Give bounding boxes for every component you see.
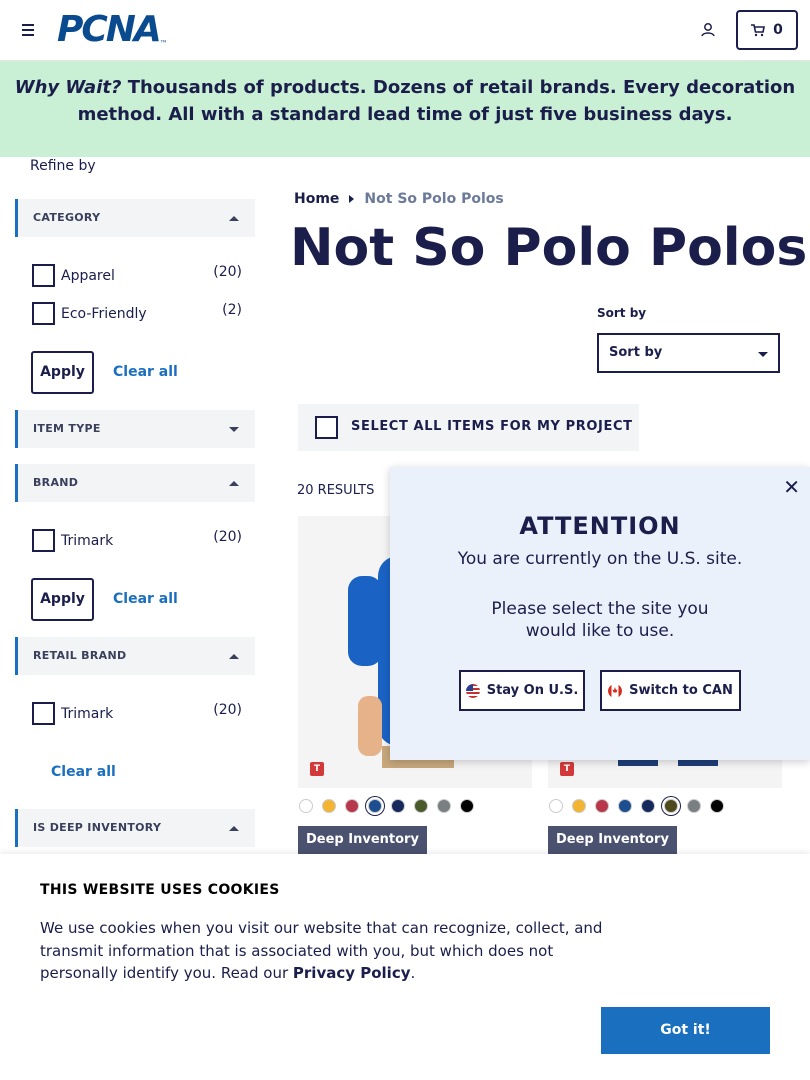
modal-text: Please select the site you	[491, 599, 709, 619]
caret-down-icon	[229, 427, 239, 432]
caret-up-icon	[229, 826, 239, 831]
brand-clear-link[interactable]: Clear all	[113, 591, 178, 607]
promo-banner: Why Wait? Thousands of products. Dozens …	[0, 61, 810, 157]
checkbox[interactable]	[32, 302, 55, 325]
checkbox[interactable]	[32, 529, 55, 552]
facet-deep-inventory[interactable]: IS DEEP INVENTORY	[15, 809, 255, 847]
got-it-button[interactable]: Got it!	[601, 1007, 770, 1054]
banner-text: Thousands of products. Dozens of retail …	[77, 77, 796, 125]
deep-inventory-badge: Deep Inventory	[548, 826, 677, 854]
facet-item-type[interactable]: ITEM TYPE	[15, 410, 255, 448]
banner-lead: Why Wait?	[14, 77, 122, 98]
color-swatch[interactable]	[641, 799, 655, 813]
sort-select[interactable]: Sort by	[597, 333, 780, 373]
color-swatch[interactable]	[414, 799, 428, 813]
caret-up-icon	[229, 216, 239, 221]
cookie-title: THIS WEBSITE USES COOKIES	[40, 882, 280, 898]
filter-option-eco-friendly[interactable]: Eco-Friendly (2)	[32, 302, 242, 326]
cookie-banner: THIS WEBSITE USES COOKIES We use cookies…	[0, 854, 810, 1080]
site-header: PCNA™ 0	[0, 0, 810, 61]
switch-can-button[interactable]: Switch to CAN	[600, 670, 741, 711]
cart-count: 0	[773, 22, 783, 38]
checkbox[interactable]	[32, 264, 55, 287]
privacy-policy-link[interactable]: Privacy Policy	[293, 964, 411, 982]
brand-apply-button[interactable]: Apply	[31, 578, 94, 621]
color-swatch[interactable]	[595, 799, 609, 813]
menu-icon[interactable]	[22, 24, 34, 36]
facet-retail-brand[interactable]: RETAIL BRAND	[15, 637, 255, 675]
color-swatch[interactable]	[299, 799, 313, 813]
color-swatches	[299, 799, 474, 813]
close-icon[interactable]: ✕	[783, 475, 800, 499]
color-swatch[interactable]	[710, 799, 724, 813]
filter-option-apparel[interactable]: Apparel (20)	[32, 264, 242, 288]
modal-title: ATTENTION	[519, 512, 681, 540]
color-swatch[interactable]	[572, 799, 586, 813]
cart-button[interactable]: 0	[736, 10, 798, 50]
color-swatch[interactable]	[391, 799, 405, 813]
color-swatch[interactable]	[322, 799, 336, 813]
pcna-logo[interactable]: PCNA™	[57, 12, 168, 49]
cookie-text: We use cookies when you visit our websit…	[40, 919, 603, 982]
site-selector-modal: ✕ ATTENTION You are currently on the U.S…	[390, 467, 810, 760]
canada-flag-icon	[608, 683, 623, 698]
facet-category[interactable]: CATEGORY	[15, 199, 255, 237]
deep-inventory-badge: Deep Inventory	[298, 826, 427, 854]
modal-text: would like to use.	[525, 621, 675, 641]
color-swatch[interactable]	[687, 799, 701, 813]
brand-logo: T	[310, 762, 324, 776]
category-clear-link[interactable]: Clear all	[113, 364, 178, 380]
cart-icon	[751, 23, 766, 36]
category-apply-button[interactable]: Apply	[31, 351, 94, 394]
us-flag-icon	[465, 683, 480, 698]
color-swatch[interactable]	[368, 799, 382, 813]
color-swatch[interactable]	[549, 799, 563, 813]
color-swatch[interactable]	[664, 799, 678, 813]
account-icon[interactable]	[700, 22, 716, 38]
breadcrumb-home[interactable]: Home	[294, 191, 339, 207]
stay-us-button[interactable]: Stay On U.S.	[459, 670, 585, 711]
select-all-checkbox[interactable]	[315, 416, 338, 439]
color-swatch[interactable]	[460, 799, 474, 813]
refine-label: Refine by	[30, 158, 96, 174]
checkbox[interactable]	[32, 702, 55, 725]
chevron-down-icon	[758, 352, 768, 357]
page-title: Not So Polo Polos	[290, 218, 808, 278]
sort-label: Sort by	[597, 306, 647, 320]
color-swatch[interactable]	[437, 799, 451, 813]
filter-option-retail-trimark[interactable]: Trimark (20)	[32, 702, 242, 726]
select-all-items[interactable]: SELECT ALL ITEMS FOR MY PROJECT	[298, 404, 639, 451]
brand-logo: T	[560, 762, 574, 776]
results-count: 20 RESULTS	[297, 483, 375, 498]
color-swatch[interactable]	[618, 799, 632, 813]
chevron-right-icon	[349, 195, 355, 203]
retail-brand-clear-link[interactable]: Clear all	[51, 764, 116, 780]
color-swatch[interactable]	[345, 799, 359, 813]
modal-text: You are currently on the U.S. site.	[457, 549, 743, 569]
color-swatches	[549, 799, 724, 813]
caret-up-icon	[229, 654, 239, 659]
breadcrumb-current: Not So Polo Polos	[364, 191, 504, 207]
filter-option-brand-trimark[interactable]: Trimark (20)	[32, 529, 242, 553]
breadcrumb: Home Not So Polo Polos	[294, 191, 504, 207]
facet-brand[interactable]: BRAND	[15, 464, 255, 502]
caret-up-icon	[229, 481, 239, 486]
